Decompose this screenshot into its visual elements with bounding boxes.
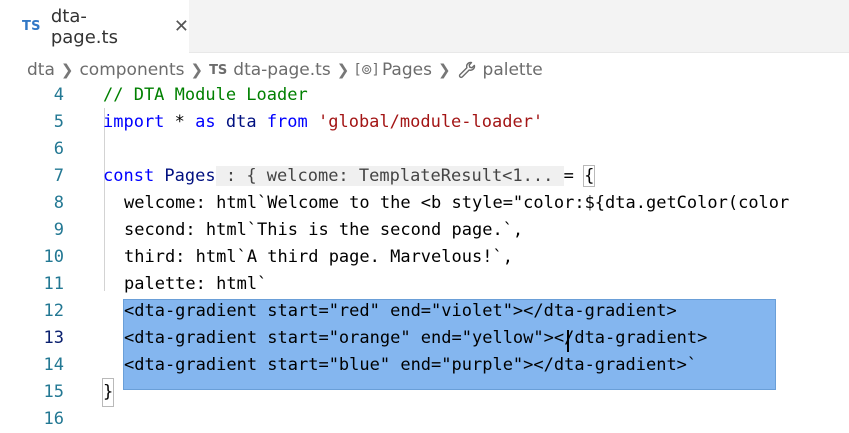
code-line: 10 third: html`A third page. Marvelous!`…: [0, 244, 849, 271]
code-line: 16: [0, 406, 849, 433]
code-line: 6: [0, 136, 849, 163]
variable-symbol-icon: [⊚]: [355, 62, 378, 78]
bracket-match: {: [583, 165, 596, 187]
wrench-icon: [458, 61, 475, 79]
operator: =: [563, 166, 585, 186]
code-text: <dta-gradient start="red" end="violet"><…: [124, 301, 677, 321]
code-text: second: html`This is the second page.`,: [124, 220, 524, 240]
line-number: 5: [53, 112, 64, 132]
code-text: import * as dta from 'global/module-load…: [103, 109, 543, 136]
line-number: 8: [53, 193, 64, 213]
breadcrumb-item-dta[interactable]: dta: [27, 60, 55, 80]
code-line: 4 // DTA Module Loader: [0, 82, 849, 109]
code-text: const Pages : { welcome: TemplateResult<…: [103, 163, 596, 190]
code-line: 9 second: html`This is the second page.`…: [0, 217, 849, 244]
line-number: 16: [43, 409, 64, 429]
typescript-file-icon: TS: [209, 62, 228, 78]
breadcrumb-item-pages[interactable]: Pages: [382, 60, 432, 80]
tab-title: dta-page.ts: [50, 5, 118, 48]
breadcrumb-item-components[interactable]: components: [79, 60, 184, 80]
breadcrumb-item-file[interactable]: dta-page.ts: [233, 60, 330, 80]
breadcrumb-item-palette[interactable]: palette: [483, 60, 543, 80]
line-number: 14: [43, 355, 64, 375]
line-number: 9: [53, 220, 64, 240]
chevron-right-icon: ❯: [190, 61, 204, 79]
line-number: 12: [43, 301, 64, 321]
code-text: // DTA Module Loader: [103, 85, 308, 105]
line-number: 11: [43, 274, 64, 294]
chevron-right-icon: ❯: [60, 61, 74, 79]
typescript-file-icon: TS: [22, 19, 41, 34]
tab-dta-page[interactable]: TS dta-page.ts ✕: [0, 0, 189, 53]
keyword: import: [103, 112, 165, 132]
code-line: 7 const Pages : { welcome: TemplateResul…: [0, 163, 849, 190]
code-editor[interactable]: 4 // DTA Module Loader 5 import * as dta…: [0, 82, 849, 433]
identifier: dta: [215, 112, 267, 132]
tab-bar: TS dta-page.ts ✕: [0, 0, 849, 53]
close-icon[interactable]: ✕: [174, 16, 189, 37]
code-text: welcome: html`Welcome to the <b style="c…: [124, 193, 790, 213]
keyword: as: [195, 112, 216, 132]
operator: *: [164, 112, 196, 132]
line-number: 13: [43, 328, 64, 348]
line-number: 4: [53, 85, 64, 105]
line-number: 10: [43, 247, 64, 267]
code-text: palette: html`: [124, 274, 268, 294]
code-line: 5 import * as dta from 'global/module-lo…: [0, 109, 849, 136]
chevron-right-icon: ❯: [437, 61, 451, 79]
line-number: 6: [53, 139, 64, 159]
code-line: 11 palette: html`: [0, 271, 849, 298]
inlay-type-hint: : { welcome: TemplateResult<1...: [215, 166, 564, 186]
chevron-right-icon: ❯: [336, 61, 350, 79]
breadcrumb: dta ❯ components ❯ TS dta-page.ts ❯ [⊚] …: [27, 58, 543, 82]
keyword: const: [103, 166, 155, 186]
bracket-match: }: [101, 378, 115, 407]
code-line: 13 <dta-gradient start="orange" end="yel…: [0, 325, 849, 352]
code-line: 15 }: [0, 378, 849, 407]
line-number: 7: [53, 166, 64, 186]
string-literal: 'global/module-loader': [307, 112, 544, 132]
keyword: from: [266, 112, 308, 132]
code-text: <dta-gradient start="blue" end="purple">…: [124, 355, 698, 375]
line-number: 15: [43, 382, 64, 402]
text-cursor: [567, 330, 569, 352]
identifier: Pages: [154, 166, 216, 186]
code-line: 14 <dta-gradient start="blue" end="purpl…: [0, 352, 849, 379]
code-line: 12 <dta-gradient start="red" end="violet…: [0, 298, 849, 325]
code-text: <dta-gradient start="orange" end="yellow…: [124, 328, 708, 348]
code-line: 8 welcome: html`Welcome to the <b style=…: [0, 190, 849, 217]
code-text: third: html`A third page. Marvelous!`,: [124, 247, 513, 267]
